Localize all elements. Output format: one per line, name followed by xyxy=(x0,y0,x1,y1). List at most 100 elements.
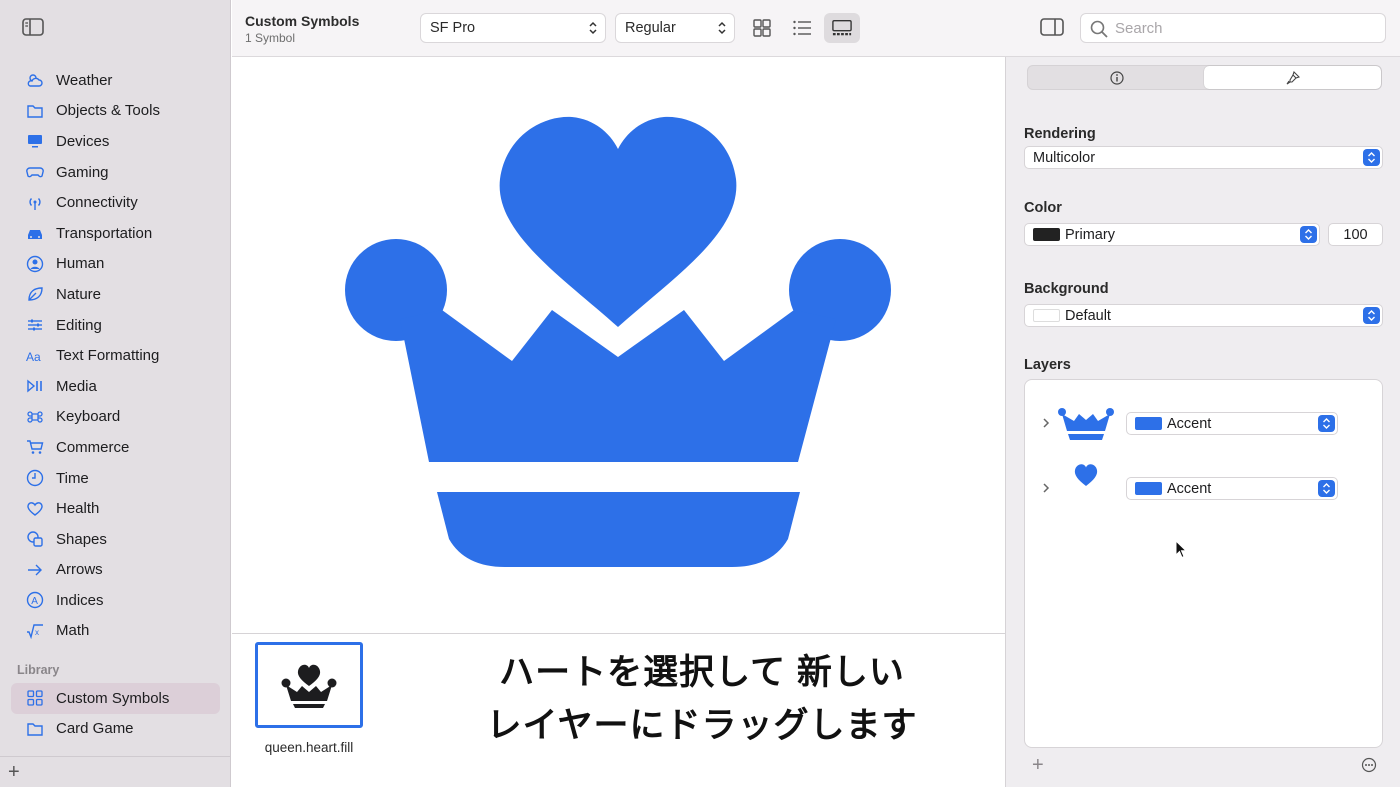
queen-heart-fill-icon xyxy=(281,664,337,708)
search-field[interactable]: Search xyxy=(1080,13,1386,43)
accent-swatch xyxy=(1135,417,1162,430)
add-layer-button[interactable]: + xyxy=(1032,754,1044,777)
sidebar-item-arrows[interactable]: Arrows xyxy=(0,555,231,586)
rendering-tab[interactable] xyxy=(1204,66,1381,89)
paintbrush-icon xyxy=(1286,70,1300,84)
background-popup[interactable]: Default xyxy=(1024,304,1383,327)
library-section-title: Library xyxy=(17,663,60,677)
heart-layer[interactable] xyxy=(494,111,742,332)
layer-color-value: Accent xyxy=(1167,415,1212,432)
svg-text:x: x xyxy=(35,628,39,637)
sidebar-item-transportation[interactable]: Transportation xyxy=(0,218,231,249)
folder-icon xyxy=(25,719,45,739)
info-tab[interactable] xyxy=(1028,66,1205,89)
more-options-icon[interactable] xyxy=(1361,757,1377,773)
rendering-label: Rendering xyxy=(1024,126,1096,142)
rendering-popup[interactable]: Multicolor xyxy=(1024,146,1383,169)
sidebar-item-objects-tools[interactable]: Objects & Tools xyxy=(0,96,231,127)
sidebar-item-health[interactable]: Health xyxy=(0,493,231,524)
sidebar-footer: + xyxy=(0,756,231,787)
command-icon xyxy=(25,407,45,427)
svg-text:Aa: Aa xyxy=(26,350,41,364)
chevron-updown-icon xyxy=(1318,415,1335,432)
sidebar-item-label: Custom Symbols xyxy=(56,689,170,707)
sliders-icon xyxy=(25,315,45,335)
sidebar-item-media[interactable]: Media xyxy=(0,371,231,402)
sidebar-item-gaming[interactable]: Gaming xyxy=(0,157,231,188)
sidebar-item-label: Math xyxy=(56,622,90,640)
symbol-thumbnail[interactable] xyxy=(255,642,363,728)
sidebar-item-label: Text Formatting xyxy=(56,347,160,365)
inspector-toggle-icon[interactable] xyxy=(1040,17,1064,37)
text-aa-icon: Aa xyxy=(25,346,45,366)
sidebar-item-label: Card Game xyxy=(56,720,134,738)
weight-popup[interactable]: Regular xyxy=(615,13,735,43)
gallery-icon xyxy=(832,20,852,36)
info-circle-icon xyxy=(1109,70,1124,85)
leaf-icon xyxy=(25,284,45,304)
heart-icon xyxy=(25,499,45,519)
gallery-view-button[interactable] xyxy=(824,13,860,43)
person-circle-icon xyxy=(25,254,45,274)
crown-icon xyxy=(1055,404,1117,444)
sidebar-item-label: Time xyxy=(56,469,89,487)
disclosure-chevron-icon[interactable] xyxy=(1041,481,1051,495)
sidebar-item-time[interactable]: Time xyxy=(0,463,231,494)
sidebar-item-custom-symbols[interactable]: Custom Symbols xyxy=(11,683,220,714)
sidebar-item-editing[interactable]: Editing xyxy=(0,310,231,341)
sidebar-item-label: Media xyxy=(56,377,97,395)
chevron-updown-icon xyxy=(589,21,597,35)
color-label: Color xyxy=(1024,200,1062,216)
opacity-field[interactable]: 100 xyxy=(1328,223,1383,246)
add-collection-button[interactable]: + xyxy=(8,762,20,782)
shapes-icon xyxy=(25,529,45,549)
svg-text:A: A xyxy=(31,596,38,607)
sidebar-item-label: Commerce xyxy=(56,438,130,456)
sidebar-item-label: Keyboard xyxy=(56,408,121,426)
layer-row-heart[interactable]: Accent xyxy=(1025,464,1382,509)
sidebar-item-connectivity[interactable]: Connectivity xyxy=(0,187,231,218)
sidebar-item-devices[interactable]: Devices xyxy=(0,126,231,157)
sidebar-item-label: Devices xyxy=(56,132,110,150)
grid-view-button[interactable] xyxy=(744,13,780,43)
sidebar-item-label: Objects & Tools xyxy=(56,102,160,120)
inspector-panel: Rendering Multicolor Color Primary 100 B… xyxy=(1005,57,1400,787)
layer-color-popup[interactable]: Accent xyxy=(1126,477,1338,500)
cloud-sun-icon xyxy=(25,70,45,90)
sidebar-toggle-icon[interactable] xyxy=(22,18,44,36)
sidebar-item-shapes[interactable]: Shapes xyxy=(0,524,231,555)
sidebar-item-math[interactable]: x Math xyxy=(0,616,231,647)
antenna-icon xyxy=(25,193,45,213)
sidebar-item-human[interactable]: Human xyxy=(0,249,231,280)
sidebar-item-text-formatting[interactable]: Aa Text Formatting xyxy=(0,340,231,371)
symbol-canvas[interactable] xyxy=(232,57,1005,633)
sidebar-item-label: Indices xyxy=(56,591,104,609)
sidebar-item-label: Arrows xyxy=(56,561,103,579)
list-view-button[interactable] xyxy=(784,13,820,43)
layers-list: Accent Accent xyxy=(1024,379,1383,748)
heart-icon xyxy=(1055,455,1117,495)
sidebar-item-nature[interactable]: Nature xyxy=(0,279,231,310)
sidebar-item-indices[interactable]: A Indices xyxy=(0,585,231,616)
sidebar-item-label: Transportation xyxy=(56,224,153,242)
sidebar-item-card-game[interactable]: Card Game xyxy=(11,714,220,745)
layer-row-crown[interactable]: Accent xyxy=(1025,404,1382,444)
layer-color-popup[interactable]: Accent xyxy=(1126,412,1338,435)
sidebar-item-commerce[interactable]: Commerce xyxy=(0,432,231,463)
font-popup-value: SF Pro xyxy=(430,20,476,36)
rendering-value: Multicolor xyxy=(1033,149,1096,166)
background-label: Background xyxy=(1024,281,1109,297)
primary-swatch xyxy=(1033,228,1060,241)
sidebar-item-keyboard[interactable]: Keyboard xyxy=(0,402,231,433)
search-icon xyxy=(1090,20,1108,38)
category-list: Weather Objects & Tools Devices Gaming C… xyxy=(0,65,231,646)
play-pause-icon xyxy=(25,376,45,396)
desktop-icon xyxy=(25,131,45,151)
collection-title: Custom Symbols xyxy=(245,13,360,29)
sidebar-item-weather[interactable]: Weather xyxy=(0,65,231,96)
color-popup[interactable]: Primary xyxy=(1024,223,1320,246)
arrow-right-icon xyxy=(25,560,45,580)
disclosure-chevron-icon[interactable] xyxy=(1041,416,1051,430)
font-popup[interactable]: SF Pro xyxy=(420,13,606,43)
sqrt-icon: x xyxy=(25,621,45,641)
